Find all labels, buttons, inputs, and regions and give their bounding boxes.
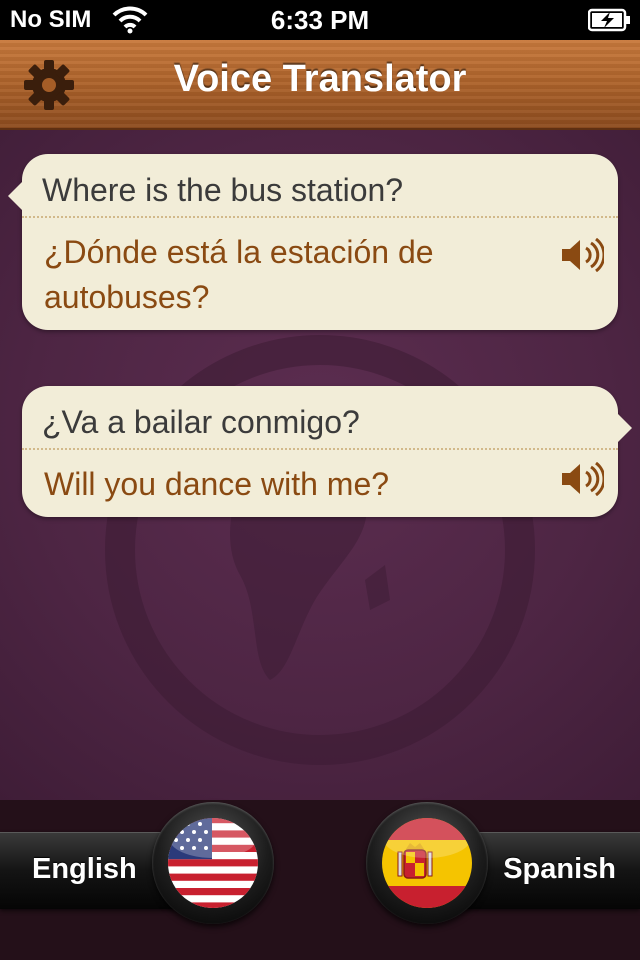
speaker-icon[interactable]: [560, 238, 604, 272]
source-phrase: ¿Va a bailar conmigo?: [42, 404, 360, 440]
translated-text: ¿Dónde está la estación de autobuses?: [44, 234, 434, 315]
battery-charging-icon: [588, 8, 630, 32]
bubble-tail: [8, 182, 22, 210]
right-language-label: Spanish: [503, 853, 616, 885]
navigation-bar: Voice Translator: [0, 40, 640, 130]
status-bar: No SIM 6:33 PM: [0, 0, 640, 40]
left-language-label: English: [32, 853, 137, 885]
speaker-icon[interactable]: [560, 462, 604, 496]
conversation-bubble[interactable]: Where is the bus station? ¿Dónde está la…: [8, 154, 618, 330]
conversation-bubble[interactable]: ¿Va a bailar conmigo? Will you dance wit…: [22, 386, 632, 517]
conversation-area: Where is the bus station? ¿Dónde está la…: [0, 130, 640, 800]
spain-flag-icon: [382, 818, 472, 908]
bubble-tail: [618, 414, 632, 442]
clock: 6:33 PM: [270, 5, 370, 35]
translated-phrase: Will you dance with me?: [22, 450, 618, 517]
language-bar: English Spanish: [0, 800, 640, 960]
us-flag-icon: [168, 818, 258, 908]
english-record-button[interactable]: [152, 802, 274, 924]
translated-phrase: ¿Dónde está la estación de autobuses?: [22, 218, 618, 330]
translated-text: Will you dance with me?: [44, 466, 390, 502]
spanish-record-button[interactable]: [366, 802, 488, 924]
page-title: Voice Translator: [173, 58, 467, 100]
source-phrase: Where is the bus station?: [42, 172, 404, 208]
